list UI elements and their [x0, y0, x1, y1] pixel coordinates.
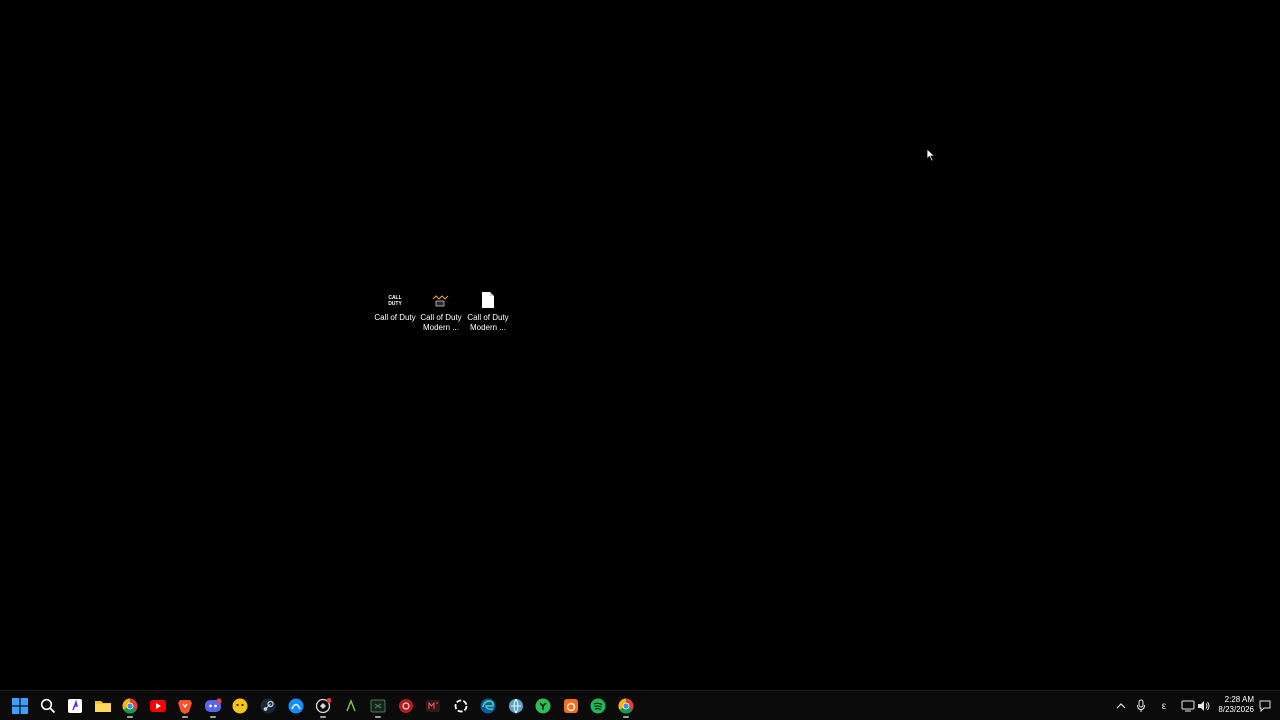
taskbar-app-2[interactable] — [228, 694, 252, 718]
app-icon — [315, 698, 331, 714]
taskbar-app-10[interactable] — [559, 694, 583, 718]
network-icon — [1181, 700, 1195, 712]
start-button[interactable] — [8, 694, 32, 718]
edge-icon — [480, 698, 496, 714]
app-icon — [399, 699, 413, 713]
taskbar-chrome-2[interactable] — [614, 694, 638, 718]
file-icon — [477, 290, 499, 310]
desktop-icon-cod-modern-2[interactable]: Call of Duty Modern ... — [465, 290, 511, 333]
taskbar-app-8[interactable] — [504, 694, 528, 718]
windows-logo-icon — [12, 698, 28, 714]
desktop-icon-label: Call of Duty Modern ... — [420, 313, 462, 332]
mouse-cursor-icon — [926, 148, 936, 162]
desktop[interactable]: CALL DUTY Call of Duty Call of Duty Mode… — [0, 0, 1280, 690]
battlenet-icon — [288, 698, 304, 714]
volume-icon — [1198, 701, 1210, 711]
app-icon — [535, 698, 551, 714]
tray-overflow-button[interactable] — [1112, 696, 1130, 716]
cod-mw-app-icon — [430, 290, 452, 310]
taskbar-app-9[interactable] — [531, 694, 555, 718]
search-icon — [40, 698, 56, 714]
taskbar-steam[interactable] — [256, 694, 280, 718]
notification-center-button[interactable] — [1256, 696, 1274, 716]
desktop-icon-call-of-duty[interactable]: CALL DUTY Call of Duty — [372, 290, 418, 323]
terminal-icon — [370, 699, 386, 713]
taskbar-youtube[interactable] — [146, 694, 170, 718]
app-icon — [344, 698, 358, 713]
notification-icon — [1259, 700, 1271, 712]
app-icon — [509, 698, 523, 714]
clock-time: 2:28 AM — [1224, 695, 1254, 704]
app-icon — [426, 700, 440, 712]
taskbar-file-explorer[interactable] — [91, 694, 115, 718]
brave-icon — [178, 700, 192, 714]
clock-date: 8/23/2026 — [1218, 705, 1254, 714]
steam-icon — [260, 698, 276, 714]
taskbar-app-3[interactable] — [311, 694, 335, 718]
taskbar-discord[interactable] — [201, 694, 225, 718]
taskbar-app-5[interactable] — [394, 694, 418, 718]
taskbar-edge[interactable] — [476, 694, 500, 718]
youtube-icon — [150, 700, 166, 712]
app-icon — [454, 699, 468, 713]
discord-icon — [205, 698, 222, 712]
taskbar-chrome[interactable] — [118, 694, 142, 718]
app-icon — [68, 699, 82, 713]
taskbar-battlenet[interactable] — [284, 694, 308, 718]
taskbar-app-4[interactable] — [339, 694, 363, 718]
svg-text:DUTY: DUTY — [388, 301, 402, 307]
tray-volume[interactable] — [1195, 696, 1213, 716]
chevron-up-icon — [1116, 703, 1126, 709]
taskbar-app-6[interactable] — [421, 694, 445, 718]
spotify-icon — [590, 698, 606, 714]
taskbar-clock[interactable]: 2:28 AM 8/23/2026 — [1214, 695, 1254, 715]
taskbar-brave[interactable] — [173, 694, 197, 718]
tray-microphone[interactable] — [1132, 696, 1150, 716]
file-explorer-icon — [95, 701, 111, 712]
desktop-icon-label: Call of Duty — [374, 313, 416, 322]
chrome-icon — [618, 698, 634, 714]
app-icon — [564, 699, 578, 713]
taskbar-terminal[interactable] — [366, 694, 390, 718]
taskbar-app-7[interactable] — [449, 694, 473, 718]
desktop-icon-label: Call of Duty Modern ... — [467, 313, 509, 332]
taskbar-search-button[interactable] — [36, 694, 60, 718]
taskbar-spotify[interactable] — [586, 694, 610, 718]
desktop-icon-cod-modern-1[interactable]: Call of Duty Modern ... — [418, 290, 464, 333]
chrome-icon — [122, 698, 138, 714]
cod-logo-icon: CALL DUTY — [384, 290, 406, 310]
taskbar: ε 2:28 AM 8/23/2026 — [0, 690, 1280, 720]
tray-language[interactable]: ε — [1155, 696, 1173, 716]
microphone-icon — [1137, 699, 1145, 712]
app-icon — [232, 698, 248, 714]
taskbar-app-1[interactable] — [63, 694, 87, 718]
